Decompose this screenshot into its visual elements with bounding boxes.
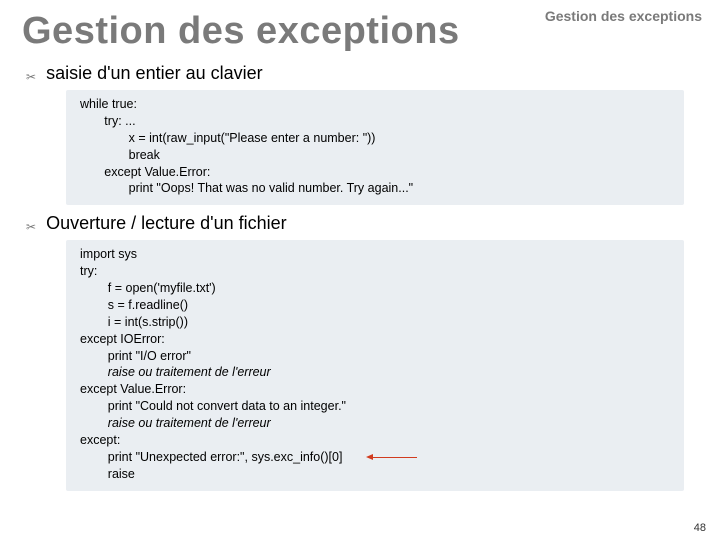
header-topic: Gestion des exceptions <box>545 8 702 24</box>
bullet-text-2: Ouverture / lecture d'un fichier <box>46 213 287 234</box>
section-1: ✂ saisie d'un entier au clavier while tr… <box>0 63 720 205</box>
bullet-icon: ✂ <box>26 70 36 84</box>
arrow-icon <box>366 449 417 467</box>
section-2: ✂ Ouverture / lecture d'un fichier impor… <box>0 213 720 490</box>
code-block-1: while true: try: ... x = int(raw_input("… <box>66 90 684 205</box>
bullet-1: ✂ saisie d'un entier au clavier <box>0 63 720 84</box>
bullet-icon: ✂ <box>26 220 36 234</box>
bullet-text-1: saisie d'un entier au clavier <box>46 63 263 84</box>
bullet-2: ✂ Ouverture / lecture d'un fichier <box>0 213 720 234</box>
code-block-2: import sys try: f = open('myfile.txt') s… <box>66 240 684 490</box>
page-number: 48 <box>694 522 706 534</box>
